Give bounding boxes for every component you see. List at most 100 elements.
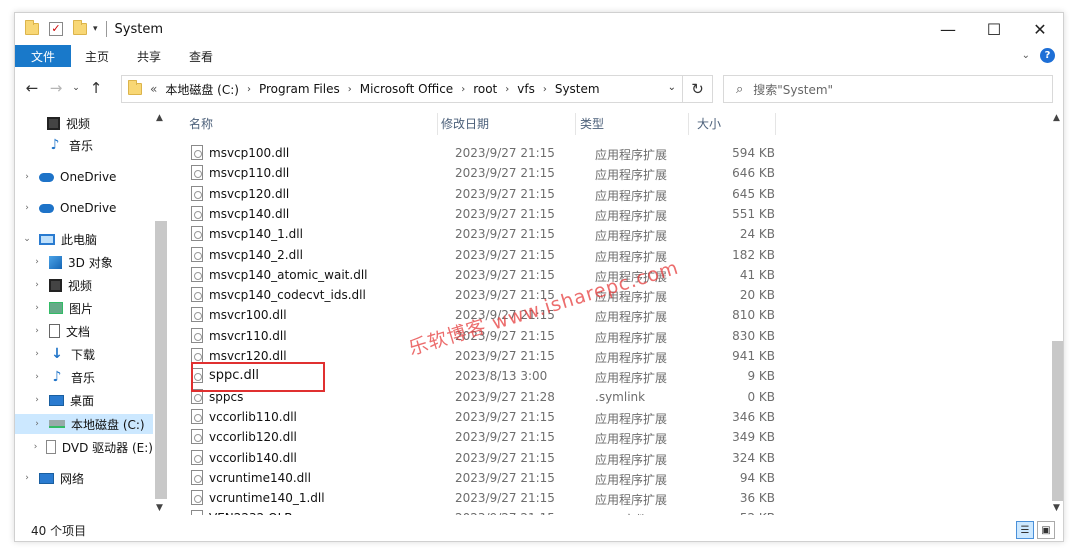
file-size: 182 KB: [732, 247, 775, 262]
expand-ribbon-icon[interactable]: ⌄: [1022, 50, 1030, 61]
minimize-button[interactable]: —: [925, 13, 971, 45]
column-divider[interactable]: [437, 113, 438, 135]
file-icon: [191, 429, 203, 445]
nav-item-local-disk-c[interactable]: › 本地磁盘 (C:): [15, 414, 153, 434]
file-row[interactable]: msvcp140_codecvt_ids.dll 2023/9/27 21:15 应…: [175, 285, 775, 305]
search-placeholder[interactable]: 搜索"System": [753, 81, 833, 98]
new-folder-icon[interactable]: [73, 20, 87, 35]
nav-item-pictures[interactable]: › 图片: [15, 298, 153, 318]
file-row[interactable]: msvcp140_atomic_wait.dll 2023/9/27 21:15 应…: [175, 265, 775, 285]
chevron-right-icon[interactable]: ›: [31, 395, 43, 405]
scroll-down-icon[interactable]: ▼: [1053, 503, 1060, 513]
details-view-icon[interactable]: ☰: [1016, 521, 1034, 539]
column-header-name[interactable]: 名称: [189, 111, 213, 135]
nav-item-music[interactable]: ♪ 音乐: [15, 135, 153, 155]
file-date: 2023/9/27 21:15: [455, 186, 555, 201]
chevron-right-icon[interactable]: ›: [31, 257, 43, 267]
breadcrumb-vfs[interactable]: vfs: [517, 82, 535, 96]
maximize-button[interactable]: ☐: [971, 13, 1017, 45]
file-row[interactable]: msvcp120.dll 2023/9/27 21:15 应用程序扩展 645 KB: [175, 184, 775, 204]
breadcrumb-microsoft-office[interactable]: Microsoft Office: [360, 82, 453, 96]
column-divider[interactable]: [688, 113, 689, 135]
file-list-scrollbar[interactable]: ▲ ▼: [1049, 111, 1065, 515]
breadcrumb-separator-icon[interactable]: ›: [505, 84, 509, 95]
nav-item-downloads[interactable]: › ↓ 下载: [15, 344, 153, 364]
chevron-right-icon[interactable]: ›: [31, 349, 43, 359]
recent-locations-button[interactable]: ⌄: [69, 77, 83, 99]
file-row[interactable]: msvcp100.dll 2023/9/27 21:15 应用程序扩展 594 KB: [175, 143, 775, 163]
nav-item-network[interactable]: › 网络: [15, 468, 153, 488]
chevron-right-icon[interactable]: ›: [31, 419, 43, 429]
breadcrumb-separator-icon[interactable]: ›: [348, 84, 352, 95]
back-button[interactable]: ←: [21, 77, 43, 99]
file-row[interactable]: msvcp140.dll 2023/9/27 21:15 应用程序扩展 551 KB: [175, 204, 775, 224]
nav-item-dvd-drive[interactable]: › DVD 驱动器 (E:): [15, 437, 153, 457]
file-row[interactable]: msvcp110.dll 2023/9/27 21:15 应用程序扩展 646 KB: [175, 163, 775, 183]
nav-item-label: 下载: [71, 347, 96, 362]
column-divider[interactable]: [775, 113, 776, 135]
chevron-right-icon[interactable]: ›: [21, 473, 33, 483]
nav-item-onedrive[interactable]: › OneDrive: [15, 167, 153, 187]
nav-item-this-pc[interactable]: ⌄ 此电脑: [15, 229, 153, 249]
nav-item-documents[interactable]: › 文档: [15, 321, 153, 341]
tab-file[interactable]: 文件: [15, 45, 72, 67]
chevron-right-icon[interactable]: ›: [31, 280, 43, 290]
breadcrumb-system[interactable]: System: [555, 82, 600, 96]
refresh-button[interactable]: ↻: [683, 75, 713, 103]
customize-toolbar-icon[interactable]: ▾: [93, 24, 98, 34]
breadcrumb-overflow[interactable]: «: [150, 82, 157, 96]
scroll-up-icon[interactable]: ▲: [156, 113, 163, 123]
nav-scrollbar[interactable]: ▲ ▼: [153, 111, 169, 515]
breadcrumb-separator-icon[interactable]: ›: [543, 84, 547, 95]
chevron-right-icon[interactable]: ›: [21, 172, 33, 182]
chevron-right-icon[interactable]: ›: [31, 372, 43, 382]
file-row[interactable]: msvcp140_1.dll 2023/9/27 21:15 应用程序扩展 24 KB: [175, 224, 775, 244]
tab-view[interactable]: 查看: [175, 45, 227, 67]
breadcrumb-root[interactable]: root: [473, 82, 497, 96]
up-button[interactable]: ↑: [85, 77, 107, 99]
file-row[interactable]: vcruntime140_1.dll 2023/9/27 21:15 应用程序扩展 3…: [175, 488, 775, 508]
file-row[interactable]: VEN2232.OLB 2023/9/27 21:15 OLB 文件 52 KB: [175, 508, 775, 515]
nav-item-videos[interactable]: 视频: [15, 113, 153, 133]
forward-button[interactable]: →: [45, 77, 67, 99]
scroll-thumb[interactable]: [155, 221, 167, 499]
nav-item-desktop[interactable]: › 桌面: [15, 390, 153, 410]
file-row[interactable]: vcruntime140.dll 2023/9/27 21:15 应用程序扩展 94 …: [175, 468, 775, 488]
nav-item-label: DVD 驱动器 (E:): [61, 440, 153, 455]
breadcrumb-local-disk[interactable]: 本地磁盘 (C:): [165, 81, 239, 98]
properties-icon[interactable]: ✓: [49, 22, 63, 36]
scroll-down-icon[interactable]: ▼: [156, 503, 163, 513]
nav-item-3d-objects[interactable]: › 3D 对象: [15, 252, 153, 272]
file-type: 应用程序扩展: [595, 452, 668, 467]
nav-item-videos[interactable]: › 视频: [15, 275, 153, 295]
large-icons-view-icon[interactable]: ▣: [1037, 521, 1055, 539]
file-row[interactable]: vccorlib140.dll 2023/9/27 21:15 应用程序扩展 324 …: [175, 448, 775, 468]
chevron-right-icon[interactable]: ›: [21, 203, 33, 213]
help-icon[interactable]: ?: [1040, 48, 1055, 63]
nav-item-music[interactable]: › ♪ 音乐: [15, 367, 153, 387]
file-row[interactable]: vccorlib110.dll 2023/9/27 21:15 应用程序扩展 346 …: [175, 407, 775, 427]
file-row[interactable]: msvcp140_2.dll 2023/9/27 21:15 应用程序扩展 182 K…: [175, 245, 775, 265]
column-header-type[interactable]: 类型: [580, 111, 604, 135]
close-button[interactable]: ✕: [1017, 13, 1063, 45]
nav-item-onedrive[interactable]: › OneDrive: [15, 198, 153, 218]
breadcrumb-program-files[interactable]: Program Files: [259, 82, 340, 96]
breadcrumb-separator-icon[interactable]: ›: [247, 84, 251, 95]
address-dropdown-icon[interactable]: ⌄: [668, 82, 676, 93]
tab-share[interactable]: 共享: [123, 45, 175, 67]
column-header-size[interactable]: 大小: [697, 111, 721, 135]
address-bar[interactable]: « 本地磁盘 (C:) › Program Files › Microsoft …: [121, 75, 683, 103]
column-header-date[interactable]: 修改日期: [441, 111, 489, 135]
search-box[interactable]: ⌕ 搜索"System": [723, 75, 1053, 103]
chevron-right-icon[interactable]: ›: [31, 326, 43, 336]
folder-icon: [25, 20, 39, 35]
tab-home[interactable]: 主页: [71, 45, 123, 67]
column-divider[interactable]: [575, 113, 576, 135]
chevron-down-icon[interactable]: ⌄: [21, 234, 33, 244]
breadcrumb-separator-icon[interactable]: ›: [461, 84, 465, 95]
scroll-thumb[interactable]: [1052, 341, 1063, 501]
scroll-up-icon[interactable]: ▲: [1053, 113, 1060, 123]
file-row[interactable]: vccorlib120.dll 2023/9/27 21:15 应用程序扩展 349 …: [175, 427, 775, 447]
chevron-right-icon[interactable]: ›: [31, 442, 40, 452]
chevron-right-icon[interactable]: ›: [31, 303, 43, 313]
